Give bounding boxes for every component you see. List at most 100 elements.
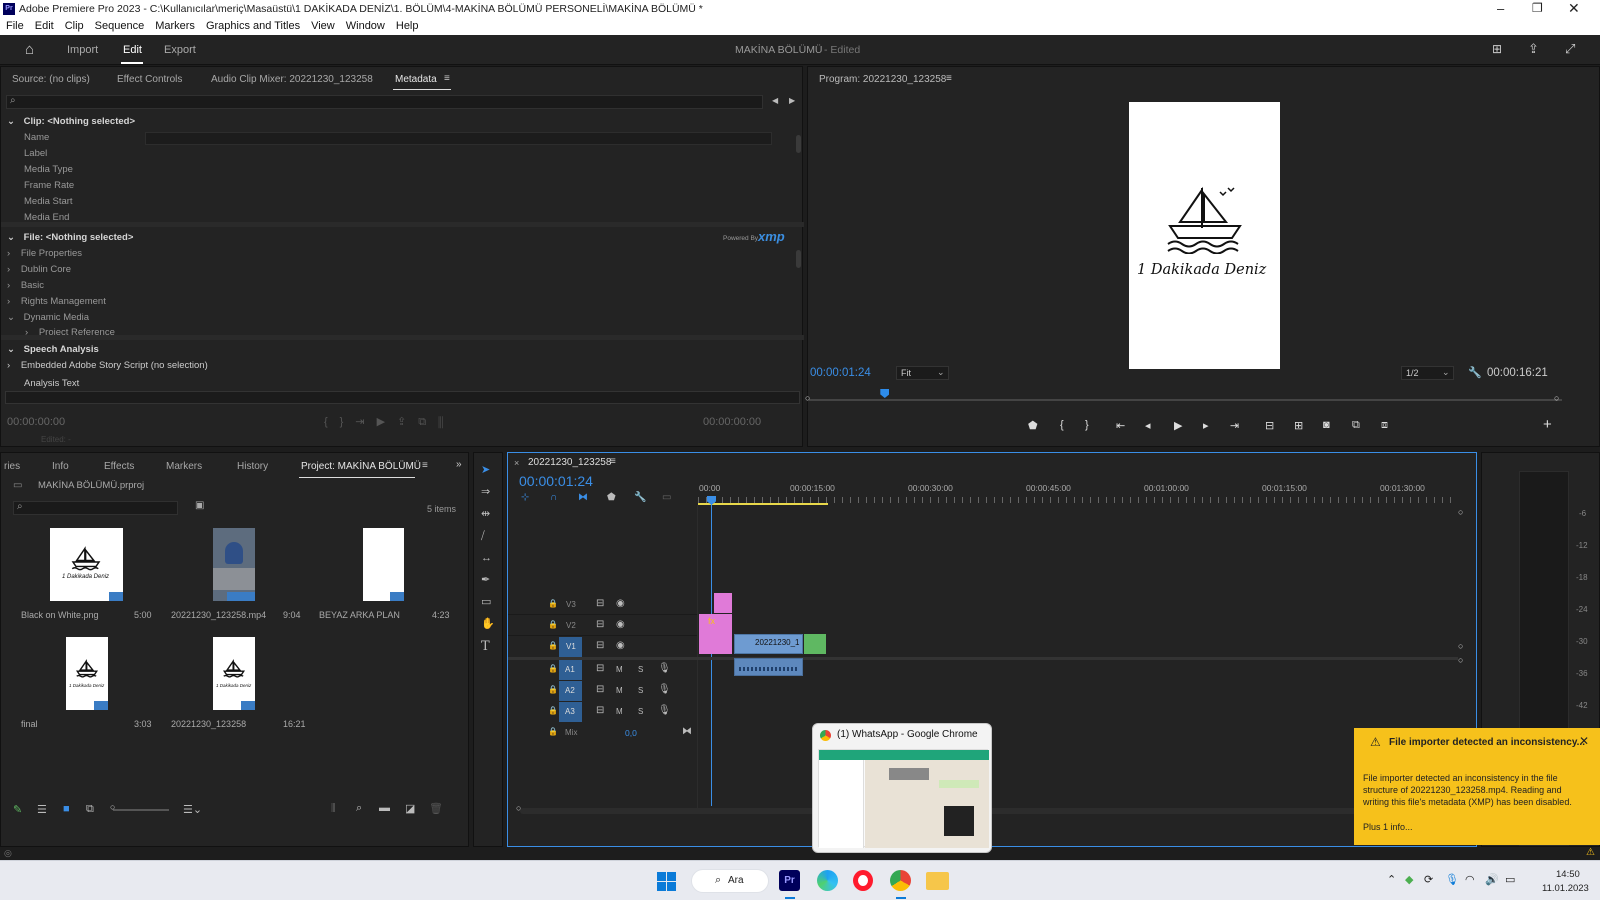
dublin-core-row[interactable]: › Dublin Core bbox=[7, 264, 71, 279]
close-sequence-icon[interactable]: × bbox=[514, 458, 519, 468]
find-icon[interactable]: ⌕ bbox=[356, 802, 362, 815]
project-search-input[interactable] bbox=[13, 501, 178, 515]
windows-start-icon[interactable] bbox=[657, 872, 676, 891]
metadata-search-input[interactable] bbox=[6, 95, 763, 109]
play-icon[interactable]: ▶ bbox=[1174, 419, 1182, 432]
project-item-thumb[interactable] bbox=[213, 528, 255, 601]
track-label[interactable]: A2 bbox=[565, 686, 575, 695]
tab-project[interactable]: Project: MAKİNA BÖLÜMÜ bbox=[301, 461, 421, 472]
tab-import[interactable]: Import bbox=[67, 44, 98, 56]
sync-lock-icon[interactable]: ⊟ bbox=[596, 640, 604, 651]
tray-app-icon[interactable]: ◆ bbox=[1405, 873, 1413, 886]
hand-tool-icon[interactable]: ✋ bbox=[481, 619, 495, 630]
chrome-taskbar-preview[interactable]: (1) WhatsApp - Google Chrome bbox=[812, 723, 992, 853]
project-menu-icon[interactable]: ≡ bbox=[422, 460, 428, 471]
lock-icon[interactable]: 🔒 bbox=[548, 641, 558, 650]
eye-icon[interactable]: ◉ bbox=[616, 640, 625, 651]
microphone-icon[interactable]: 🎙 bbox=[658, 663, 671, 674]
slip-tool-icon[interactable]: ↔ bbox=[481, 553, 492, 564]
track-label[interactable]: V3 bbox=[566, 600, 576, 609]
mute-button[interactable]: M bbox=[616, 686, 623, 695]
solo-button[interactable]: S bbox=[638, 686, 643, 695]
tab-edit[interactable]: Edit bbox=[123, 44, 142, 56]
eye-icon[interactable]: ◉ bbox=[616, 598, 625, 609]
taskbar-date[interactable]: 11.01.2023 bbox=[1542, 883, 1589, 894]
import-warning-notification[interactable]: ⚠ File importer detected an inconsistenc… bbox=[1354, 728, 1600, 845]
type-tool-icon[interactable]: T bbox=[481, 640, 490, 653]
linked-selection-icon[interactable]: ⧓ bbox=[578, 492, 588, 503]
timeline-settings-icon[interactable]: 🔧 bbox=[634, 492, 646, 503]
timeline-ruler[interactable]: 00:00 00:00:15:00 00:00:30:00 00:00:45:0… bbox=[698, 483, 1458, 505]
pencil-icon[interactable]: ✎ bbox=[13, 803, 22, 816]
sequence-tab[interactable]: 20221230_123258 bbox=[528, 457, 611, 468]
lift-icon[interactable]: ⊟ bbox=[1265, 419, 1274, 432]
menu-sequence[interactable]: Sequence bbox=[89, 18, 150, 32]
snap-icon[interactable]: ∩ bbox=[550, 492, 557, 503]
sync-lock-icon[interactable]: ⊟ bbox=[596, 663, 604, 674]
menu-file[interactable]: File bbox=[0, 18, 29, 32]
solo-button[interactable]: S bbox=[638, 665, 643, 674]
taskbar-time[interactable]: 14:50 bbox=[1556, 869, 1580, 880]
lock-icon[interactable]: 🔒 bbox=[548, 599, 558, 608]
clip-v1-video[interactable]: 20221230_1 bbox=[734, 634, 803, 654]
menu-edit[interactable]: Edit bbox=[29, 18, 59, 32]
mute-button[interactable]: M bbox=[616, 665, 623, 674]
mark-in-icon[interactable]: { bbox=[1060, 419, 1064, 431]
timeline-vscroll-mid2-icon[interactable]: ○ bbox=[1458, 655, 1463, 665]
lock-icon[interactable]: 🔒 bbox=[548, 706, 558, 715]
project-item-thumb[interactable]: 1 Dakikada Deniz bbox=[213, 637, 255, 710]
list-view-icon[interactable]: ☰ bbox=[37, 803, 47, 816]
tab-metadata[interactable]: Metadata bbox=[395, 74, 437, 85]
clip-v1-green[interactable] bbox=[804, 634, 826, 654]
tab-history[interactable]: History bbox=[237, 461, 268, 472]
microphone-icon[interactable]: 🎙 bbox=[658, 705, 671, 716]
warning-icon[interactable]: ⚠ bbox=[1586, 847, 1595, 858]
file-scrollbar[interactable] bbox=[796, 250, 801, 268]
minimize-icon[interactable]: – bbox=[1497, 1, 1504, 16]
file-properties-row[interactable]: › File Properties bbox=[7, 248, 82, 263]
analysis-text-area[interactable] bbox=[5, 391, 800, 404]
wrench-icon[interactable]: 🔧 bbox=[1468, 366, 1482, 379]
go-to-in-icon[interactable]: ⇤ bbox=[1116, 419, 1125, 432]
new-bin-folder-icon[interactable]: ▬ bbox=[379, 802, 390, 814]
automate-sequence-icon[interactable]: ⫼ bbox=[331, 803, 336, 814]
program-timebar[interactable]: ○ ○ bbox=[805, 393, 1562, 404]
story-script-row[interactable]: › Embedded Adobe Story Script (no select… bbox=[7, 360, 208, 375]
tab-markers[interactable]: Markers bbox=[166, 461, 202, 472]
ripple-edit-tool-icon[interactable]: ⇹ bbox=[481, 509, 490, 520]
nest-icon[interactable]: ⊹ bbox=[521, 492, 529, 503]
timeline-timecode[interactable]: 00:00:01:24 bbox=[519, 473, 593, 489]
home-icon[interactable]: ⌂ bbox=[25, 41, 34, 58]
file-section-header[interactable]: ⌄ File: <Nothing selected> bbox=[7, 232, 133, 247]
track-label[interactable]: V2 bbox=[566, 621, 576, 630]
tab-libraries[interactable]: ries bbox=[4, 461, 20, 472]
basic-row[interactable]: › Basic bbox=[7, 280, 44, 295]
track-label[interactable]: A3 bbox=[565, 707, 575, 716]
mix-value[interactable]: 0,0 bbox=[625, 728, 637, 738]
close-icon[interactable]: ✕ bbox=[1568, 0, 1580, 17]
sync-lock-icon[interactable]: ⊟ bbox=[596, 619, 604, 630]
lock-icon[interactable]: 🔒 bbox=[548, 685, 558, 694]
clip-section-header[interactable]: ⌄ Clip: <Nothing selected> bbox=[7, 116, 135, 131]
notification-more-link[interactable]: Plus 1 info... bbox=[1363, 822, 1413, 832]
menu-view[interactable]: View bbox=[305, 18, 340, 32]
new-bin-icon[interactable]: ▣ bbox=[195, 500, 204, 511]
menu-window[interactable]: Window bbox=[340, 18, 390, 32]
pen-tool-icon[interactable]: ✒ bbox=[481, 575, 490, 586]
project-item-thumb[interactable]: 1 Dakikada Deniz bbox=[50, 528, 123, 601]
captions-icon[interactable]: ▭ bbox=[662, 492, 671, 503]
clip-name-input[interactable] bbox=[145, 132, 772, 145]
lock-icon[interactable]: 🔒 bbox=[548, 620, 558, 629]
tab-source[interactable]: Source: (no clips) bbox=[12, 74, 90, 85]
step-back-icon[interactable]: ◂ bbox=[1145, 419, 1151, 432]
go-to-out-icon[interactable]: ⇥ bbox=[1230, 419, 1239, 432]
resolution-select[interactable]: 1/2 ⌄ bbox=[1401, 366, 1454, 380]
tab-audio-clip-mixer[interactable]: Audio Clip Mixer: 20221230_123258 bbox=[211, 74, 373, 85]
sequence-menu-icon[interactable]: ≡ bbox=[610, 456, 616, 467]
extract-icon[interactable]: ⊞ bbox=[1294, 419, 1303, 432]
tray-sync-icon[interactable]: ⟳ bbox=[1424, 873, 1433, 886]
tab-info[interactable]: Info bbox=[52, 461, 69, 472]
add-button-icon[interactable]: + bbox=[1543, 416, 1552, 433]
marker-icon[interactable]: ⬟ bbox=[1028, 419, 1038, 432]
work-area-bar[interactable] bbox=[698, 503, 828, 505]
